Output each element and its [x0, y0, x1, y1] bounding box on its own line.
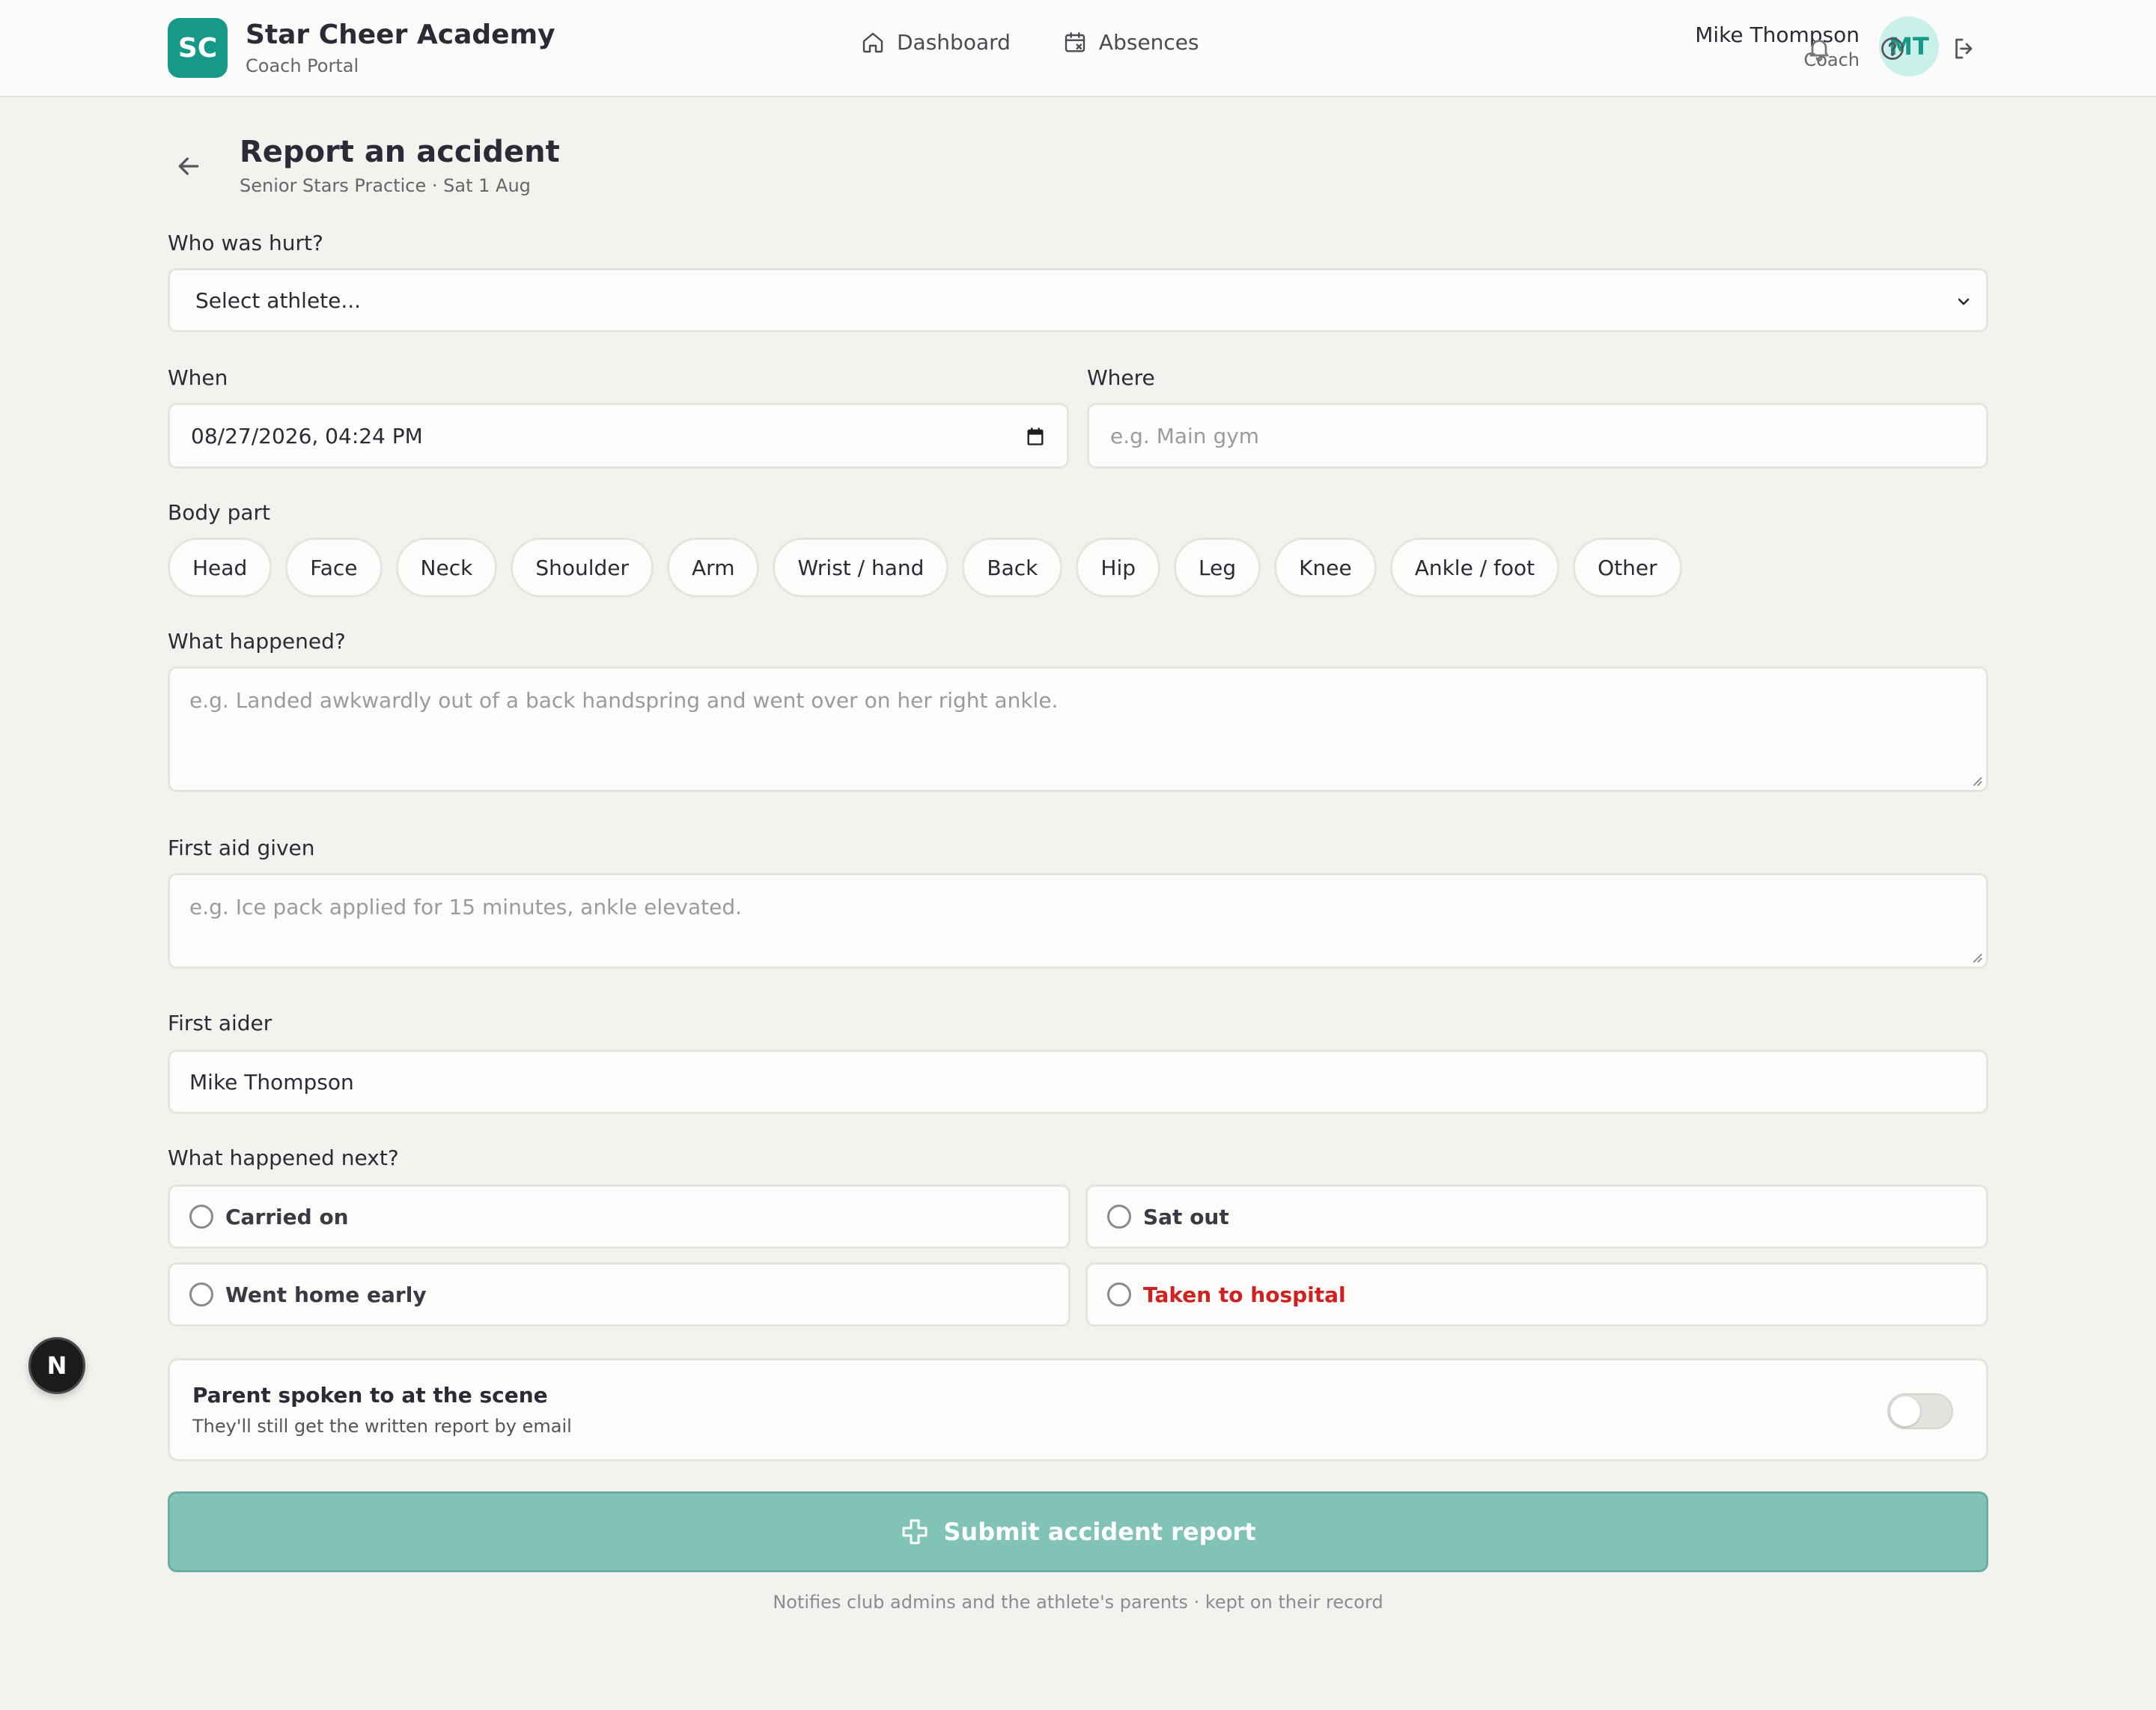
radio-carried-on[interactable]: Carried on — [168, 1184, 1071, 1249]
first-aid-label: First aid given — [168, 836, 315, 860]
who-label: Who was hurt? — [168, 231, 323, 255]
arrow-left-icon — [178, 157, 199, 175]
where-placeholder: e.g. Main gym — [1110, 423, 1260, 448]
body-part-chip[interactable]: Leg — [1174, 538, 1261, 597]
user-name: Mike Thompson — [1695, 22, 1860, 47]
main-nav: Dashboard Absences — [861, 30, 1252, 55]
calendar-icon[interactable] — [1025, 426, 1046, 447]
chevron-down-icon — [1958, 298, 1970, 305]
athlete-select-value: Select athlete... — [195, 287, 362, 313]
body-part-chip[interactable]: Other — [1573, 538, 1682, 597]
radio-went-home-early[interactable]: Went home early — [168, 1262, 1071, 1327]
logout-button[interactable] — [1949, 34, 1979, 64]
logout-icon — [1955, 38, 1973, 59]
when-value: 08/27/2026, 04:24 PM — [191, 423, 423, 448]
help-button[interactable] — [1878, 34, 1907, 64]
parent-spoken-toggle[interactable] — [1887, 1393, 1953, 1429]
top-bar: SC Star Cheer Academy Coach Portal Dashb… — [0, 0, 2156, 97]
next-label: What happened next? — [168, 1145, 399, 1170]
brand-logo: SC — [168, 18, 228, 78]
body-part-chips: Head Face Neck Shoulder Arm Wrist / hand… — [168, 538, 1696, 597]
submit-footnote: Notifies club admins and the athlete's p… — [773, 1592, 1383, 1613]
first-aider-input[interactable]: Mike Thompson — [168, 1050, 1988, 1114]
what-happened-textarea[interactable]: e.g. Landed awkwardly out of a back hand… — [168, 666, 1988, 792]
body-part-chip[interactable]: Back — [962, 538, 1063, 597]
parent-spoken-subtitle: They'll still get the written report by … — [192, 1416, 572, 1437]
body-part-chip[interactable]: Knee — [1274, 538, 1377, 597]
user-role: Coach — [1803, 49, 1860, 70]
medical-cross-icon — [902, 1519, 928, 1545]
body-part-label: Body part — [168, 500, 271, 525]
notifications-button[interactable] — [1804, 34, 1834, 64]
home-icon — [862, 32, 883, 52]
calendar-x-icon — [1065, 31, 1085, 52]
submit-label: Submit accident report — [943, 1518, 1256, 1546]
when-label: When — [168, 365, 228, 390]
nav-absences-label: Absences — [1098, 30, 1199, 55]
bell-icon — [1809, 40, 1829, 62]
athlete-select[interactable]: Select athlete... — [168, 268, 1988, 332]
back-button[interactable] — [174, 151, 204, 184]
brand-subtitle: Coach Portal — [246, 55, 359, 76]
where-label: Where — [1087, 365, 1155, 390]
radio-label: Sat out — [1143, 1204, 1229, 1229]
radio-label: Went home early — [225, 1282, 427, 1307]
nav-absences[interactable]: Absences — [1063, 30, 1199, 55]
brand-name: Star Cheer Academy — [246, 19, 555, 50]
resize-handle-icon[interactable] — [1970, 950, 1983, 964]
nav-dashboard[interactable]: Dashboard — [861, 30, 1011, 55]
radio-sat-out[interactable]: Sat out — [1085, 1184, 1988, 1249]
body-part-chip[interactable]: Head — [168, 538, 272, 597]
where-input[interactable]: e.g. Main gym — [1087, 403, 1988, 469]
radio-taken-to-hospital[interactable]: Taken to hospital — [1085, 1262, 1988, 1327]
when-datetime-input[interactable]: 08/27/2026, 04:24 PM — [168, 403, 1069, 469]
parent-spoken-title: Parent spoken to at the scene — [192, 1383, 548, 1408]
radio-label: Carried on — [225, 1204, 349, 1229]
first-aid-placeholder: e.g. Ice pack applied for 15 minutes, an… — [189, 895, 743, 919]
what-happened-placeholder: e.g. Landed awkwardly out of a back hand… — [189, 688, 1059, 713]
floating-dev-badge[interactable]: N — [28, 1337, 85, 1394]
body-part-chip[interactable]: Ankle / foot — [1389, 538, 1560, 597]
nav-dashboard-label: Dashboard — [897, 30, 1011, 55]
parent-spoken-card: Parent spoken to at the scene They'll st… — [168, 1358, 1988, 1461]
radio-label: Taken to hospital — [1143, 1282, 1346, 1307]
radio-circle — [189, 1205, 213, 1229]
toggle-knob — [1890, 1396, 1920, 1426]
body-part-chip[interactable]: Neck — [395, 538, 498, 597]
radio-circle — [1107, 1282, 1131, 1306]
body-part-chip[interactable]: Face — [285, 538, 383, 597]
submit-accident-report-button[interactable]: Submit accident report — [168, 1491, 1988, 1572]
body-part-chip[interactable]: Arm — [667, 538, 760, 597]
radio-circle — [1107, 1205, 1131, 1229]
body-part-chip[interactable]: Shoulder — [511, 538, 654, 597]
help-icon — [1881, 37, 1904, 60]
brand[interactable]: SC Star Cheer Academy Coach Portal — [168, 18, 555, 78]
first-aider-value: Mike Thompson — [189, 1069, 354, 1095]
body-part-chip[interactable]: Hip — [1076, 538, 1161, 597]
body-part-chip[interactable]: Wrist / hand — [773, 538, 949, 597]
first-aid-textarea[interactable]: e.g. Ice pack applied for 15 minutes, an… — [168, 873, 1988, 969]
page-title: Report an accident — [240, 135, 560, 169]
first-aider-label: First aider — [168, 1011, 272, 1035]
page-subtitle: Senior Stars Practice · Sat 1 Aug — [240, 175, 531, 196]
what-happened-label: What happened? — [168, 629, 346, 654]
radio-circle — [189, 1282, 213, 1306]
resize-handle-icon[interactable] — [1970, 773, 1983, 787]
